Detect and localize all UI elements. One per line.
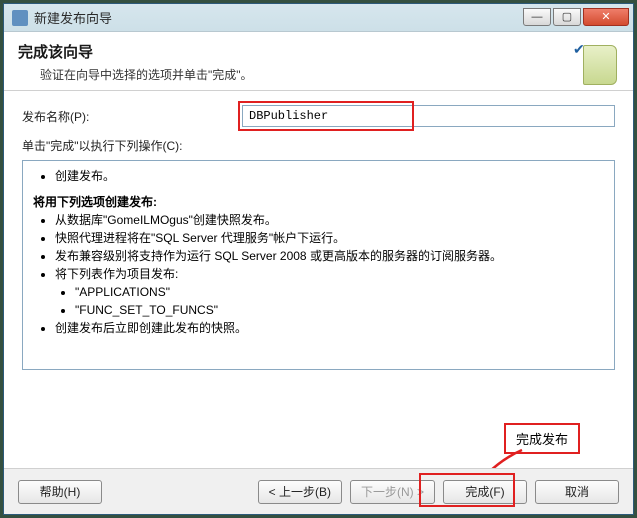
wizard-header: 完成该向导 验证在向导中选择的选项并单击"完成"。 ✔	[4, 33, 633, 91]
summary-item: 创建发布。	[55, 167, 604, 185]
summary-subitem: "APPLICATIONS"	[75, 283, 604, 301]
book-icon: ✔	[571, 41, 619, 89]
finish-button[interactable]: 完成(F)	[443, 480, 527, 504]
back-button[interactable]: < 上一步(B)	[258, 480, 342, 504]
next-button: 下一步(N) >	[350, 480, 435, 504]
content-area: 完成该向导 验证在向导中选择的选项并单击"完成"。 ✔ 发布名称(P): 单击"…	[4, 32, 633, 514]
summary-item: 发布兼容级别将支持作为运行 SQL Server 2008 或更高版本的服务器的…	[55, 247, 604, 265]
click-finish-label: 单击"完成"以执行下列操作(C):	[22, 137, 615, 154]
cancel-button[interactable]: 取消	[535, 480, 619, 504]
summary-item: 从数据库"GomeILMOgus"创建快照发布。	[55, 211, 604, 229]
publish-name-label: 发布名称(P):	[22, 108, 242, 125]
publish-name-input[interactable]	[242, 105, 615, 127]
summary-item: 将下列表作为项目发布:	[55, 265, 604, 283]
close-button[interactable]: ✕	[583, 8, 629, 26]
summary-subitem: "FUNC_SET_TO_FUNCS"	[75, 301, 604, 319]
page-title: 完成该向导	[18, 41, 571, 62]
titlebar[interactable]: 新建发布向导 — ▢ ✕	[4, 4, 633, 32]
summary-box[interactable]: 创建发布。 将用下列选项创建发布: 从数据库"GomeILMOgus"创建快照发…	[22, 160, 615, 370]
button-bar: 帮助(H) < 上一步(B) 下一步(N) > 完成(F) 取消	[4, 468, 633, 514]
app-icon	[12, 10, 28, 26]
summary-item: 创建发布后立即创建此发布的快照。	[55, 319, 604, 337]
summary-item: 快照代理进程将在"SQL Server 代理服务"帐户下运行。	[55, 229, 604, 247]
window-title: 新建发布向导	[34, 8, 521, 27]
page-subtitle: 验证在向导中选择的选项并单击"完成"。	[18, 66, 571, 83]
summary-heading: 将用下列选项创建发布:	[33, 193, 604, 211]
finish-publish-annotation: 完成发布	[504, 423, 580, 454]
help-button[interactable]: 帮助(H)	[18, 480, 102, 504]
minimize-button[interactable]: —	[523, 8, 551, 26]
maximize-button[interactable]: ▢	[553, 8, 581, 26]
wizard-window: 新建发布向导 — ▢ ✕ 完成该向导 验证在向导中选择的选项并单击"完成"。 ✔…	[3, 3, 634, 515]
